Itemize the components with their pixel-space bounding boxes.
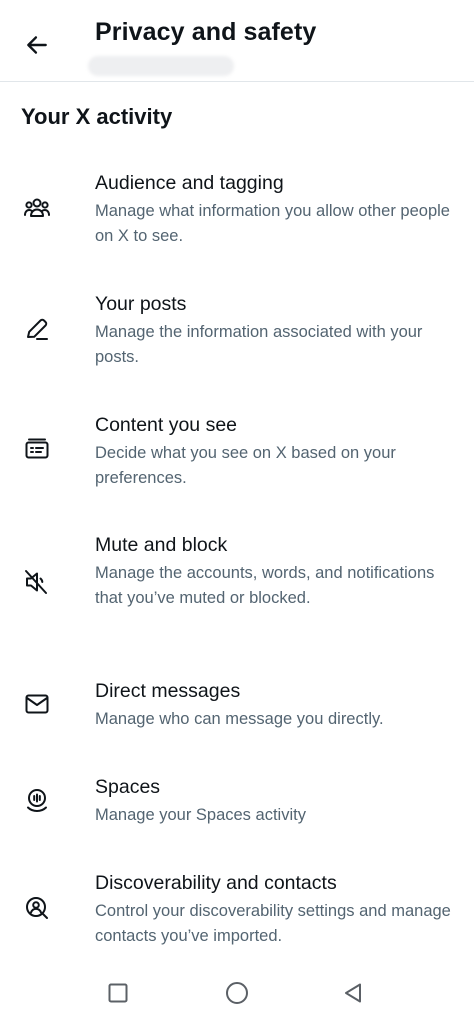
circle-icon <box>226 982 248 1004</box>
triangle-back-icon <box>345 983 361 1003</box>
item-description: Control your discoverability settings an… <box>95 902 451 945</box>
item-label: Content you see <box>95 414 238 436</box>
person-search-icon <box>20 891 54 925</box>
item-label: Audience and tagging <box>95 172 284 194</box>
settings-item-audience-and-tagging[interactable]: Audience and tagging Manage what informa… <box>0 172 474 252</box>
item-label: Your posts <box>95 293 187 315</box>
page-title: Privacy and safety <box>95 18 317 46</box>
settings-item-discoverability-and-contacts[interactable]: Discoverability and contacts Control you… <box>0 872 474 952</box>
square-icon <box>108 983 128 1003</box>
home-button[interactable] <box>222 978 252 1008</box>
top-app-bar: Privacy and safety <box>0 0 474 82</box>
card-list-icon <box>20 433 54 467</box>
item-label: Discoverability and contacts <box>95 872 337 894</box>
item-label: Spaces <box>95 776 161 798</box>
item-description: Manage the information associated with y… <box>95 323 423 366</box>
section-heading: Your X activity <box>21 104 173 129</box>
system-back-button[interactable] <box>338 978 368 1008</box>
settings-item-your-posts[interactable]: Your posts Manage the information associ… <box>0 293 474 373</box>
item-description: Decide what you see on X based on your p… <box>95 444 396 487</box>
spaces-mic-icon <box>20 783 54 817</box>
settings-item-direct-messages[interactable]: Direct messages Manage who can message y… <box>0 680 474 740</box>
item-label: Direct messages <box>95 680 241 702</box>
system-navigation-bar <box>0 962 474 1024</box>
item-label: Mute and block <box>95 534 228 556</box>
pencil-icon <box>20 312 54 346</box>
item-description: Manage who can message you directly. <box>95 710 384 728</box>
envelope-icon <box>20 687 54 721</box>
item-description: Manage what information you allow other … <box>95 202 450 245</box>
speaker-muted-icon <box>20 565 54 599</box>
settings-item-spaces[interactable]: Spaces Manage your Spaces activity <box>0 776 474 836</box>
item-description: Manage the accounts, words, and notifica… <box>95 564 435 607</box>
recents-button[interactable] <box>103 978 133 1008</box>
item-description: Manage your Spaces activity <box>95 806 306 824</box>
back-button[interactable] <box>20 28 54 62</box>
settings-item-content-you-see[interactable]: Content you see Decide what you see on X… <box>0 414 474 494</box>
settings-item-mute-and-block[interactable]: Mute and block Manage the accounts, word… <box>0 534 474 634</box>
redacted-username <box>88 56 234 76</box>
people-icon <box>20 192 54 226</box>
arrow-left-icon <box>27 36 47 54</box>
